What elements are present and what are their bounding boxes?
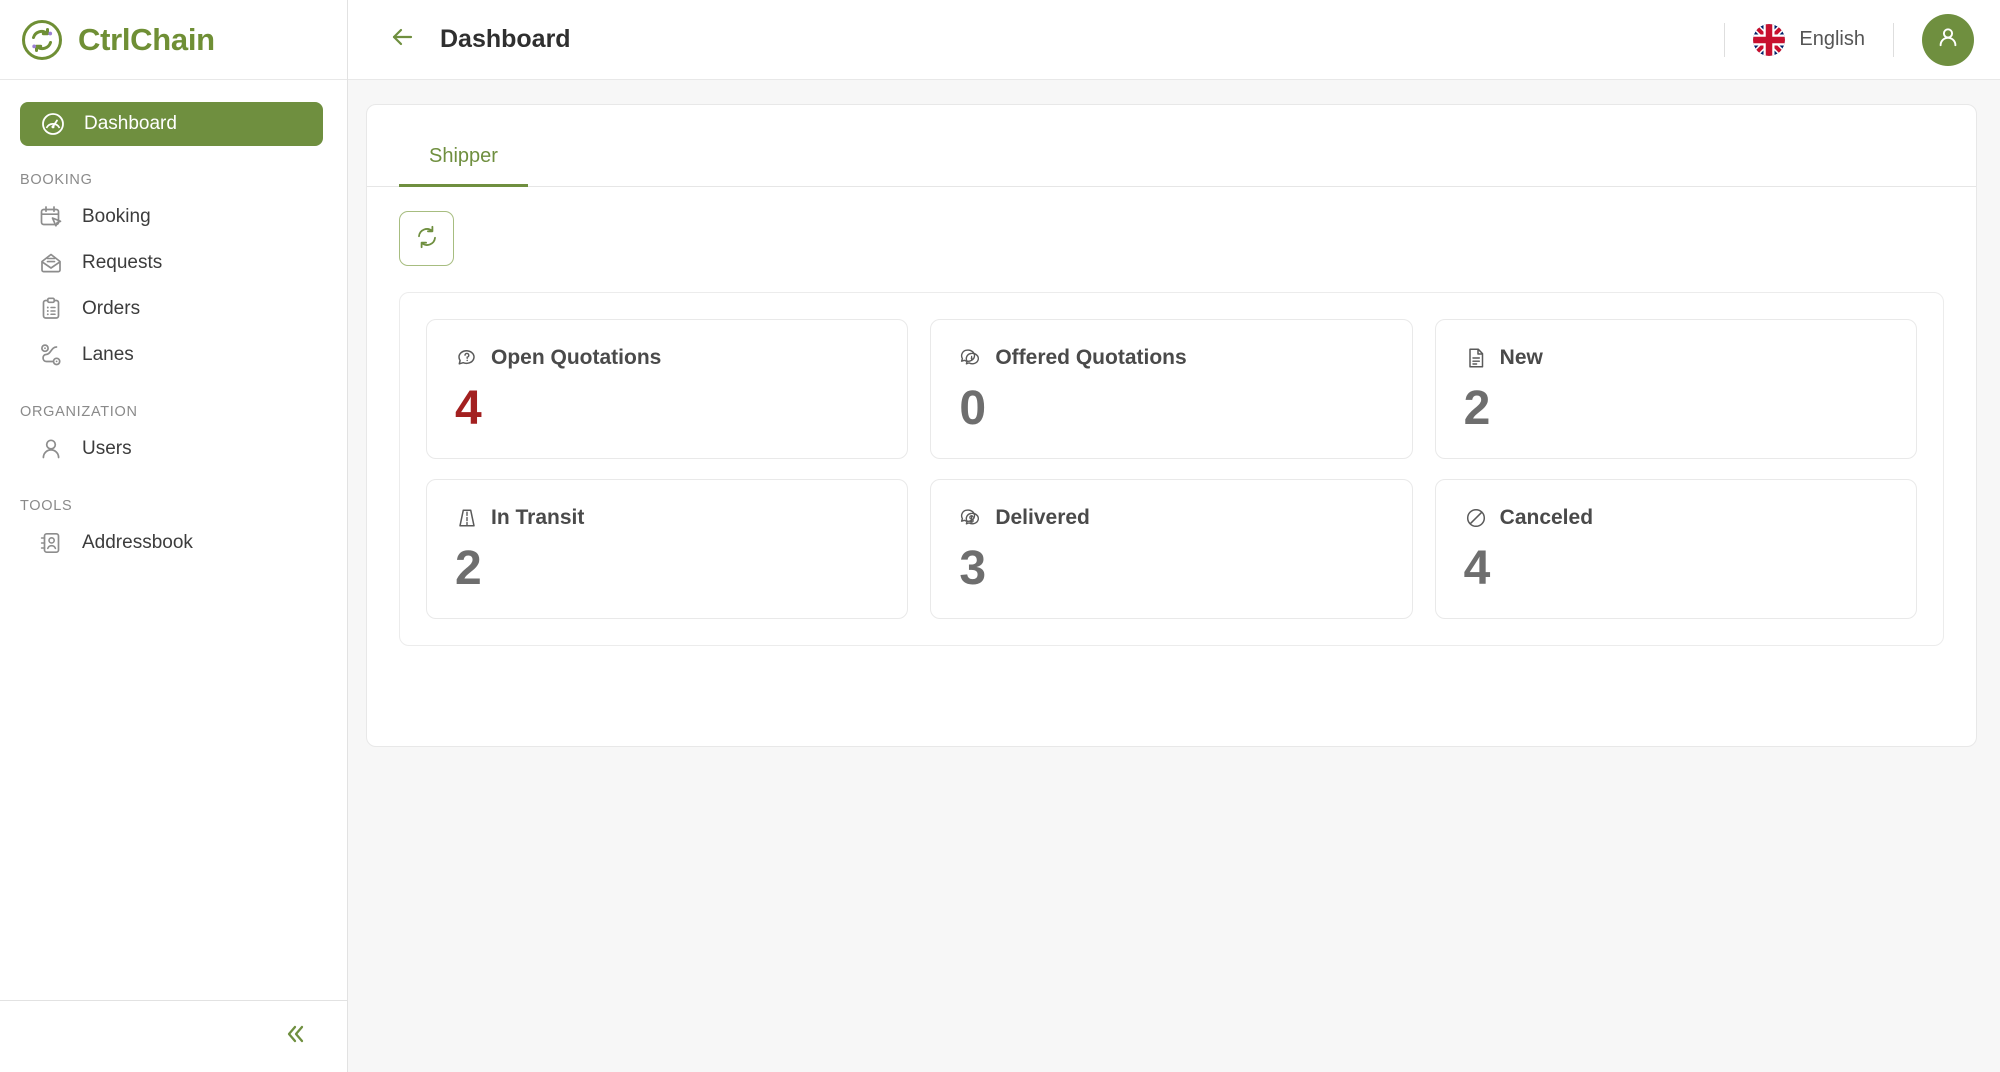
- brand-header[interactable]: CtrlChain: [0, 0, 347, 80]
- stat-card-canceled[interactable]: Canceled 4: [1435, 479, 1917, 619]
- stat-value: 4: [455, 384, 879, 434]
- sidebar-item-label: Addressbook: [82, 532, 193, 554]
- sidebar-item-label: Dashboard: [84, 113, 177, 135]
- sidebar-item-booking[interactable]: Booking: [0, 194, 347, 240]
- stat-header: Delivered: [959, 506, 1383, 530]
- avatar[interactable]: [1922, 14, 1974, 66]
- stat-label: Delivered: [995, 506, 1090, 530]
- stat-value: 2: [455, 544, 879, 594]
- sidebar-section-booking: BOOKING: [0, 146, 347, 194]
- stat-value: 0: [959, 384, 1383, 434]
- stat-card-in-transit[interactable]: In Transit 2: [426, 479, 908, 619]
- stat-card-open-quotations[interactable]: Open Quotations 4: [426, 319, 908, 459]
- double-bubble-icon: [959, 346, 983, 370]
- sidebar-item-addressbook[interactable]: Addressbook: [0, 520, 347, 566]
- uk-flag-icon: [1753, 24, 1785, 56]
- user-avatar-icon: [1934, 23, 1962, 56]
- user-icon: [38, 436, 64, 462]
- stat-header: New: [1464, 346, 1888, 370]
- sidebar-item-label: Orders: [82, 298, 140, 320]
- stat-header: Offered Quotations: [959, 346, 1383, 370]
- sidebar-item-lanes[interactable]: Lanes: [0, 332, 347, 378]
- stat-card-new[interactable]: New 2: [1435, 319, 1917, 459]
- refresh-icon: [414, 224, 440, 253]
- stat-label: New: [1500, 346, 1543, 370]
- ctrlchain-recycle-logo-icon: [20, 18, 64, 62]
- language-selector[interactable]: English: [1725, 24, 1893, 56]
- toolbar: [367, 187, 1976, 266]
- calendar-cursor-icon: [38, 204, 64, 230]
- arrow-left-icon: [387, 22, 417, 57]
- gauge-icon: [40, 111, 66, 137]
- sidebar-item-dashboard[interactable]: Dashboard: [20, 102, 323, 146]
- sidebar-item-label: Users: [82, 438, 132, 460]
- stat-card-delivered[interactable]: Delivered 3: [930, 479, 1412, 619]
- stat-header: Canceled: [1464, 506, 1888, 530]
- topbar: Dashboard Engl: [348, 0, 2000, 80]
- sidebar-collapse-button[interactable]: [0, 1000, 347, 1072]
- delivered-bubble-icon: [959, 506, 983, 530]
- stat-header: Open Quotations: [455, 346, 879, 370]
- stat-header: In Transit: [455, 506, 879, 530]
- language-label: English: [1799, 28, 1865, 51]
- sidebar-item-label: Requests: [82, 252, 162, 274]
- clipboard-list-icon: [38, 296, 64, 322]
- tab-bar: Shipper: [367, 131, 1976, 187]
- question-bubble-icon: [455, 346, 479, 370]
- sidebar-item-label: Lanes: [82, 344, 134, 366]
- stat-value: 2: [1464, 384, 1888, 434]
- back-button[interactable]: [384, 22, 420, 58]
- tab-label: Shipper: [429, 145, 498, 167]
- sidebar-item-orders[interactable]: Orders: [0, 286, 347, 332]
- dashboard-panel: Shipper: [366, 104, 1977, 747]
- route-pin-icon: [38, 342, 64, 368]
- sidebar: CtrlChain Dashboard BOOKING: [0, 0, 348, 1072]
- ban-icon: [1464, 506, 1488, 530]
- document-icon: [1464, 346, 1488, 370]
- contact-book-icon: [38, 530, 64, 556]
- refresh-button[interactable]: [399, 211, 454, 266]
- tab-shipper[interactable]: Shipper: [399, 131, 528, 187]
- stat-label: Open Quotations: [491, 346, 661, 370]
- stat-cards-container: Open Quotations 4: [399, 292, 1944, 646]
- stat-value: 3: [959, 544, 1383, 594]
- app-root: CtrlChain Dashboard BOOKING: [0, 0, 2000, 1072]
- stat-label: In Transit: [491, 506, 584, 530]
- brand-name: CtrlChain: [78, 22, 215, 58]
- main-area: Dashboard Engl: [348, 0, 2000, 1072]
- inbox-envelope-icon: [38, 250, 64, 276]
- page-title: Dashboard: [440, 25, 571, 54]
- stat-label: Offered Quotations: [995, 346, 1186, 370]
- sidebar-section-organization: ORGANIZATION: [0, 378, 347, 426]
- sidebar-nav: Dashboard BOOKING Booking: [0, 80, 347, 1000]
- sidebar-item-label: Booking: [82, 206, 151, 228]
- stat-card-offered-quotations[interactable]: Offered Quotations 0: [930, 319, 1412, 459]
- chevrons-left-icon: [281, 1019, 311, 1054]
- stat-label: Canceled: [1500, 506, 1593, 530]
- sidebar-section-tools: TOOLS: [0, 472, 347, 520]
- road-icon: [455, 506, 479, 530]
- sidebar-item-requests[interactable]: Requests: [0, 240, 347, 286]
- content-area: Shipper: [348, 80, 2000, 1072]
- sidebar-item-users[interactable]: Users: [0, 426, 347, 472]
- topbar-divider-right: [1893, 23, 1894, 57]
- stat-value: 4: [1464, 544, 1888, 594]
